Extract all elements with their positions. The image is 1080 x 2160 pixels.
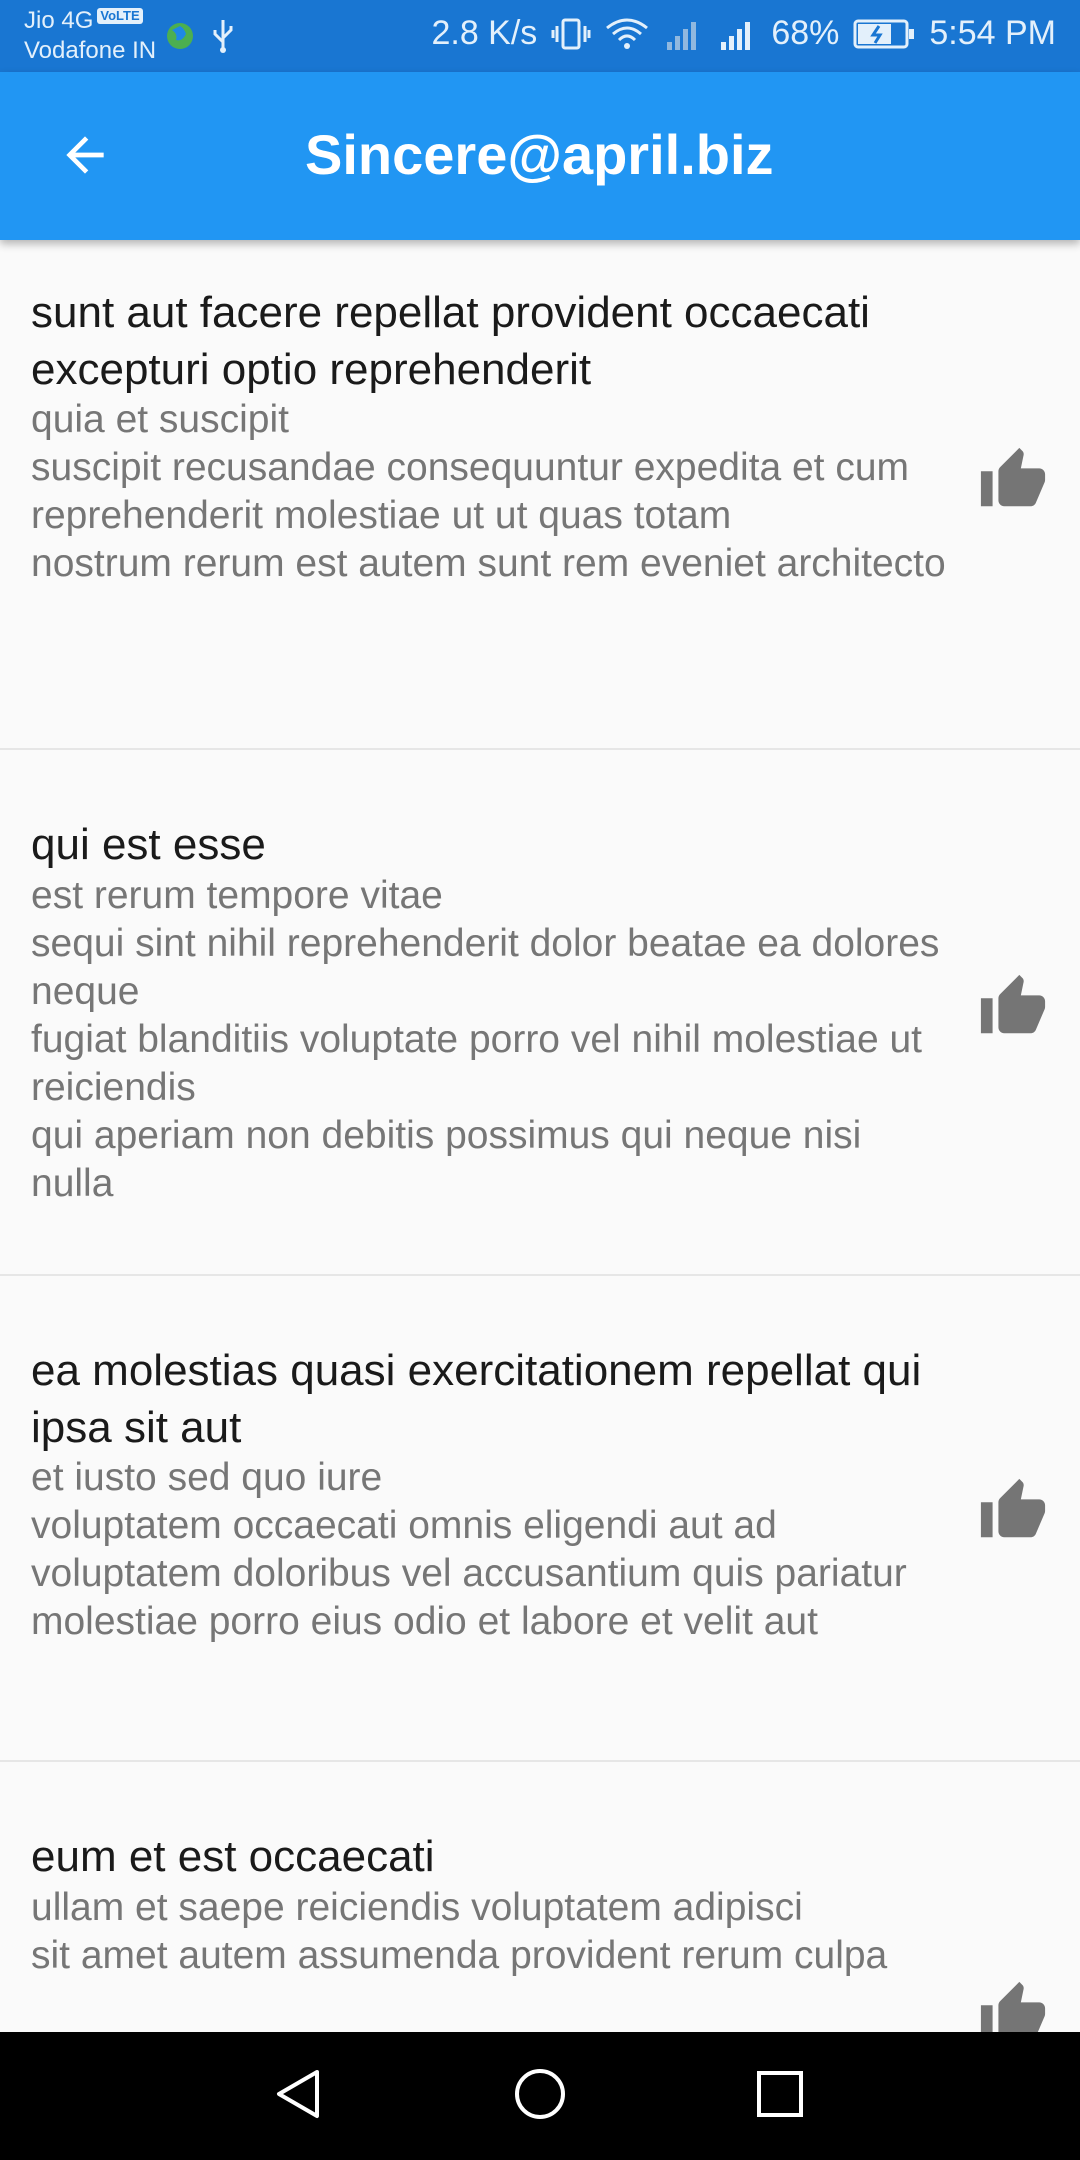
like-button[interactable] [976,1979,1050,2032]
volte-badge: VoLTE [97,8,143,24]
nav-back-button[interactable] [259,2056,339,2136]
vibrate-icon [551,16,591,52]
status-left-icons [164,18,236,59]
post-title: ea molestias quasi exercitationem repell… [31,1346,922,1452]
thumb-up-icon [978,445,1048,520]
thumb-up-icon [978,1476,1048,1551]
home-circle-icon [512,2066,568,2127]
signal-icon [717,16,757,52]
list-item[interactable]: qui est esse est rerum tempore vitae seq… [0,750,1080,1276]
post-body: et iusto sed quo iure voluptatem occaeca… [31,1456,907,1643]
list-item[interactable]: sunt aut facere repellat provident occae… [0,240,1080,750]
globe-icon [164,20,196,57]
like-button[interactable] [976,1476,1050,1550]
network-speed: 2.8 K/s [431,14,538,52]
wifi-icon [605,16,649,52]
battery-level: 68% [771,14,840,52]
arrow-back-icon [57,127,113,188]
usb-icon [210,18,236,59]
page-title: Sincere@april.biz [305,123,774,186]
nav-home-button[interactable] [500,2056,580,2136]
battery-charging-icon [853,18,915,50]
clock: 5:54 PM [929,14,1056,52]
list-item[interactable]: eum et est occaecati ullam et saepe reic… [0,1762,1080,2032]
system-nav-bar [0,2032,1080,2160]
recents-square-icon [752,2066,808,2127]
carrier-info: Jio 4G VoLTE Vodafone IN [24,6,156,66]
nav-recents-button[interactable] [740,2056,820,2136]
post-body: quia et suscipit suscipit recusandae con… [31,398,946,585]
post-list[interactable]: sunt aut facere repellat provident occae… [0,240,1080,2032]
status-right: 2.8 K/s 68% 5:54 PM [431,14,1056,53]
status-bar: Jio 4G VoLTE Vodafone IN 2.8 K/s 68% 5:54… [0,0,1080,72]
like-button[interactable] [976,445,1050,519]
thumb-up-icon [978,972,1048,1047]
back-button[interactable] [40,112,130,202]
back-triangle-icon [271,2066,327,2127]
post-body: ullam et saepe reiciendis voluptatem adi… [31,1886,888,1977]
post-title: sunt aut facere repellat provident occae… [31,288,870,394]
post-body: est rerum tempore vitae sequi sint nihil… [31,874,940,1205]
like-button[interactable] [976,972,1050,1046]
thumb-up-icon [978,1979,1048,2032]
post-title: qui est esse [31,820,266,869]
carrier-name-secondary: Vodafone IN [24,37,157,64]
carrier-name-primary: Jio 4G [24,7,94,34]
app-bar: Sincere@april.biz [0,72,1080,240]
post-title: eum et est occaecati [31,1832,435,1881]
signal-icon [663,16,703,52]
list-item[interactable]: ea molestias quasi exercitationem repell… [0,1276,1080,1762]
